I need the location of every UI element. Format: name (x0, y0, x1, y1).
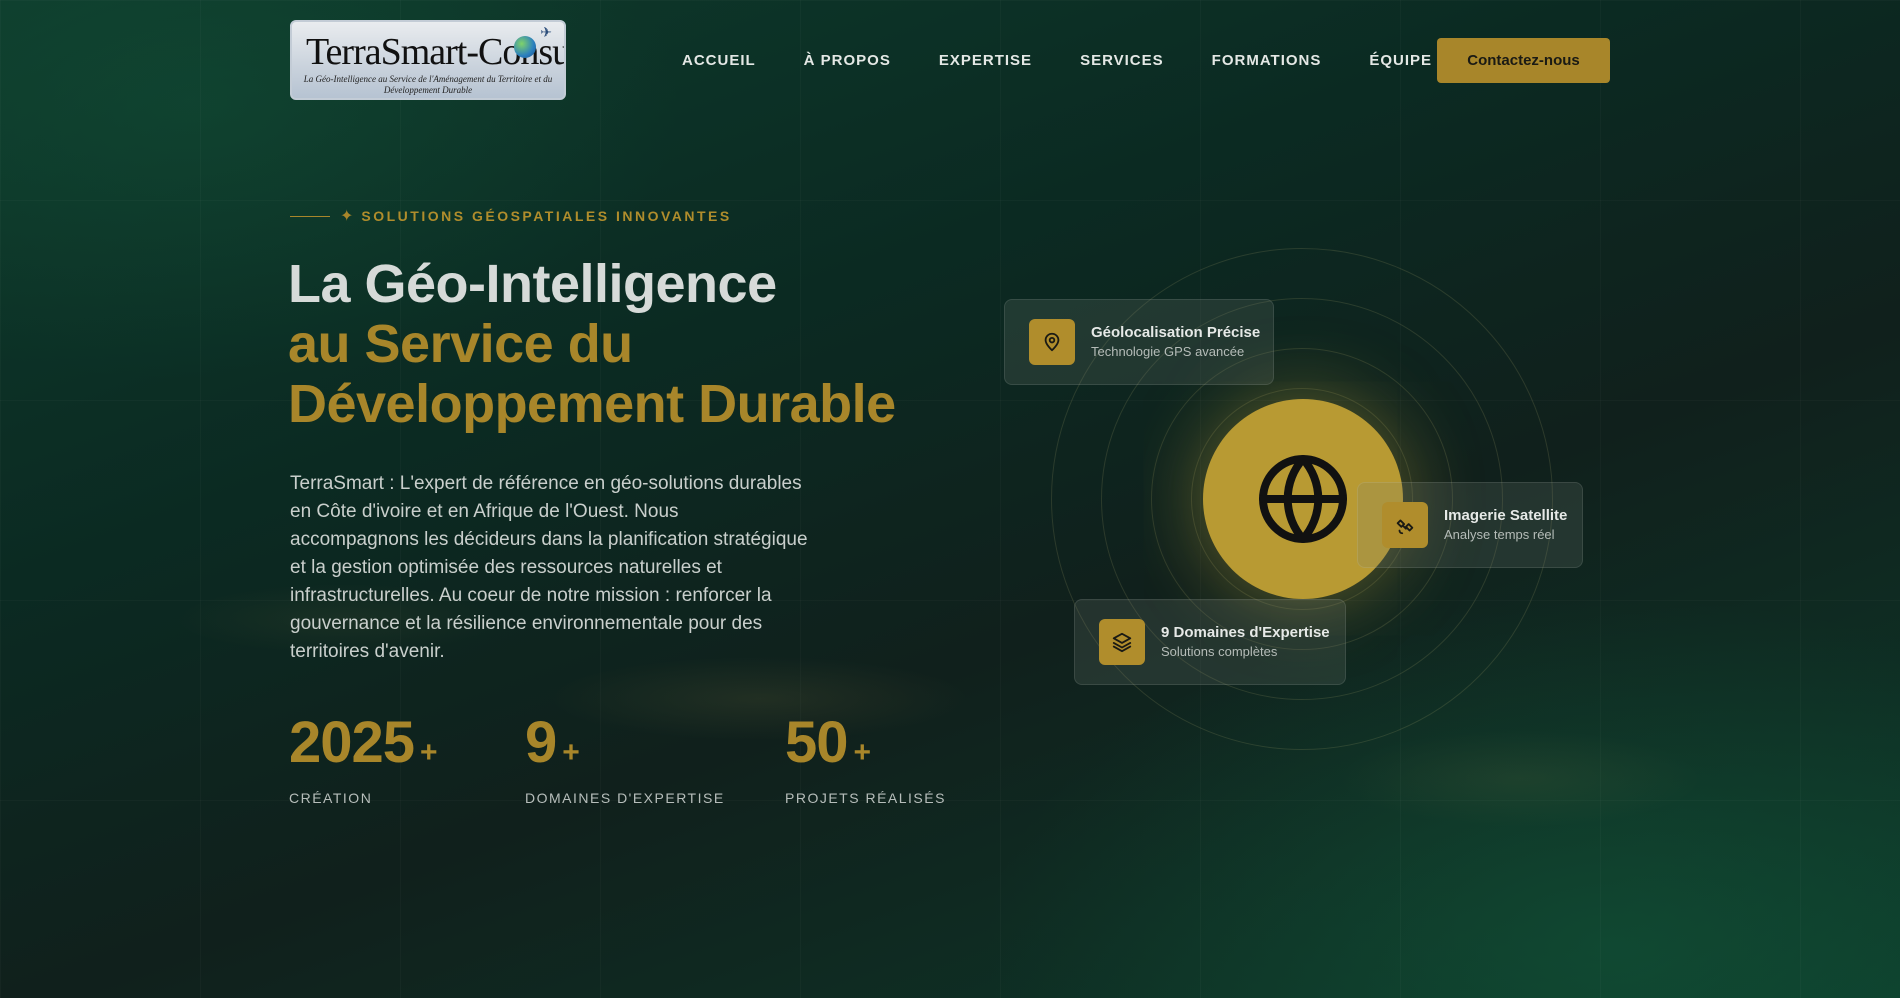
nav-item-services[interactable]: SERVICES (1080, 52, 1164, 69)
nav-item-accueil[interactable]: ACCUEIL (682, 52, 756, 69)
background-grid (0, 0, 1900, 998)
stat-value: 2025 (289, 710, 415, 775)
background-texture (0, 0, 1900, 998)
feature-title: Géolocalisation Précise (1091, 324, 1261, 341)
stat-label: DOMAINES D'EXPERTISE (525, 790, 725, 806)
hero-title-line3: Développement Durable (288, 374, 896, 434)
stat-suffix: + (562, 736, 580, 769)
hero-description: TerraSmart : L'expert de référence en gé… (290, 473, 808, 662)
satellite-icon: ✈ (540, 24, 552, 40)
stat-creation: 2025 + CRÉATION (289, 710, 438, 806)
sparkles-icon: ✦ (340, 208, 354, 225)
stat-suffix: + (853, 736, 872, 769)
stat-value: 50 (785, 710, 849, 775)
feature-subtitle: Solutions complètes (1161, 644, 1278, 659)
feature-subtitle: Analyse temps réel (1444, 527, 1555, 542)
nav-item-formations[interactable]: FORMATIONS (1212, 52, 1322, 69)
stat-label: CRÉATION (289, 790, 373, 806)
feature-card-geolocalisation[interactable]: Géolocalisation Précise Technologie GPS … (1004, 299, 1274, 385)
satellite-icon (1382, 502, 1428, 548)
stat-suffix: + (420, 736, 438, 769)
feature-title: 9 Domaines d'Expertise (1161, 624, 1330, 641)
terrasmart-logo[interactable]: TerraSmart-Consulting ✈ La Géo-Intellige… (290, 20, 566, 100)
layers-icon (1099, 619, 1145, 665)
nav-item-equipe[interactable]: ÉQUIPE (1369, 52, 1432, 69)
hero-eyebrow: ✦ SOLUTIONS GÉOSPATIALES INNOVANTES (290, 206, 732, 226)
hero-title-line1: La Géo-Intelligence (288, 254, 777, 314)
contact-button[interactable]: Contactez-nous (1437, 38, 1610, 83)
hero-title: La Géo-Intelligence au Service du Dévelo… (288, 254, 896, 434)
site-header: TerraSmart-Consulting ✈ La Géo-Intellige… (0, 0, 1900, 120)
eyebrow-divider (290, 215, 330, 217)
map-pin-icon (1029, 319, 1075, 365)
feature-title: Imagerie Satellite (1444, 507, 1568, 524)
feature-card-domaines[interactable]: 9 Domaines d'Expertise Solutions complèt… (1074, 599, 1346, 685)
feature-card-imagerie[interactable]: Imagerie Satellite Analyse temps réel (1357, 482, 1583, 568)
stat-value: 9 (525, 710, 557, 775)
globe-icon (1259, 455, 1347, 543)
hero-title-line2: au Service du (288, 314, 633, 374)
logo-tagline: La Géo-Intelligence au Service de l'Amén… (303, 74, 553, 95)
main-nav: ACCUEIL À PROPOS EXPERTISE SERVICES FORM… (682, 52, 1480, 69)
globe-icon (514, 36, 536, 58)
stat-domaines: 9 + DOMAINES D'EXPERTISE (525, 710, 725, 806)
stat-label: PROJETS RÉALISÉS (785, 790, 946, 806)
feature-subtitle: Technologie GPS avancée (1091, 344, 1245, 359)
nav-item-expertise[interactable]: EXPERTISE (939, 52, 1032, 69)
stat-projets: 50 + PROJETS RÉALISÉS (785, 710, 946, 806)
nav-item-a-propos[interactable]: À PROPOS (804, 52, 891, 69)
eyebrow-text: SOLUTIONS GÉOSPATIALES INNOVANTES (361, 208, 732, 224)
